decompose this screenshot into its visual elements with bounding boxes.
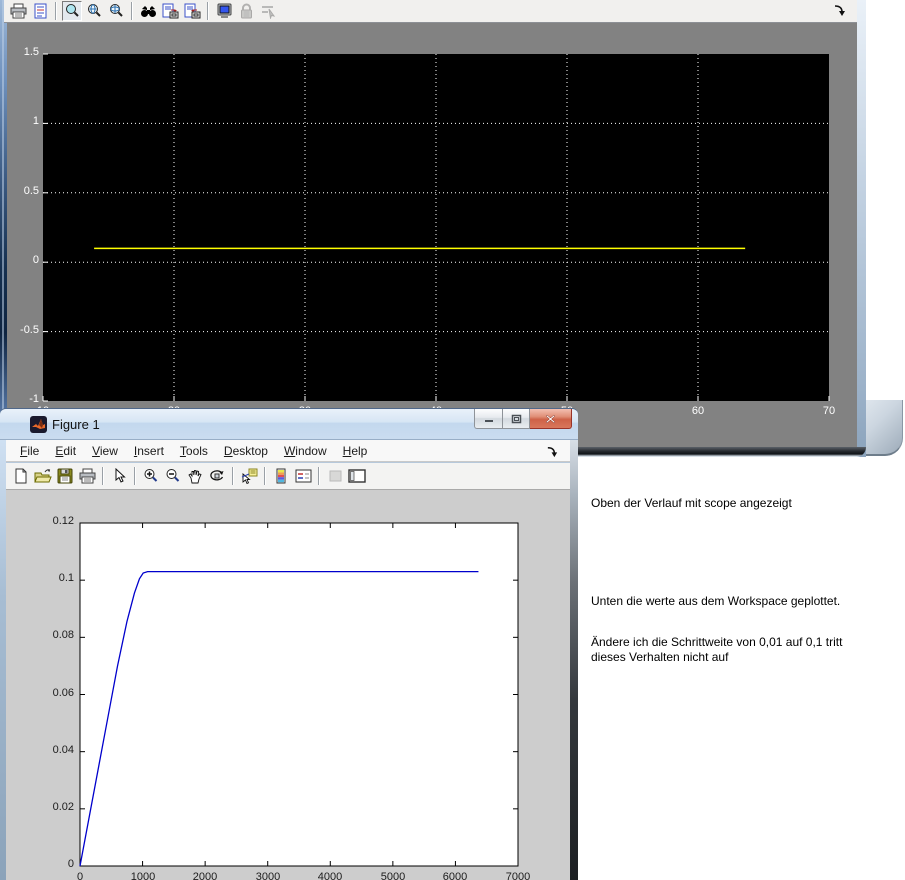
- menu-edit[interactable]: Edit: [47, 441, 84, 461]
- signal-selection-icon[interactable]: [258, 1, 278, 21]
- toolbar-separator: [318, 467, 320, 485]
- insert-legend-icon[interactable]: [293, 466, 313, 486]
- pan-hand-icon[interactable]: [185, 466, 205, 486]
- toolbar-separator: [55, 2, 57, 20]
- zoom-in-icon[interactable]: [141, 466, 161, 486]
- figure-canvas: 0.12 0.1 0.08 0.06 0.04 0.02 0 0 1000 20…: [6, 490, 570, 880]
- scope-y-tick: 1.5: [3, 46, 39, 60]
- scope-window-right-border: [857, 0, 866, 457]
- hide-plot-tools-icon[interactable]: [325, 466, 345, 486]
- toolbar-separator: [207, 2, 209, 20]
- matlab-logo-icon: [30, 416, 47, 433]
- scope-y-tick: 0.5: [3, 185, 39, 199]
- edit-plot-pointer-icon[interactable]: [109, 466, 129, 486]
- menu-file[interactable]: File: [12, 441, 47, 461]
- note-line-part: dieses Verhalten nicht auf: [591, 650, 728, 664]
- scope-plot-area: 1.5 1 0.5 0 -0.5 -1 10 20 30 40 50 60 70: [7, 23, 857, 447]
- scope-window-left-border: [2, 0, 4, 457]
- figure-x-tick: 1000: [118, 871, 168, 880]
- toolbar-separator: [232, 467, 234, 485]
- print-figure-icon[interactable]: [77, 466, 97, 486]
- menu-help[interactable]: Help: [335, 441, 376, 461]
- scope-y-tick: -0.5: [3, 324, 39, 338]
- open-file-icon[interactable]: [33, 466, 53, 486]
- restore-button[interactable]: [503, 409, 530, 429]
- autoscale-binoculars-icon[interactable]: [138, 1, 158, 21]
- menu-tools[interactable]: Tools: [172, 441, 216, 461]
- parameters-icon[interactable]: [30, 1, 50, 21]
- scope-y-tick: 1: [3, 115, 39, 129]
- toolbar-separator: [131, 2, 133, 20]
- zoom-y-icon[interactable]: [106, 1, 126, 21]
- scope-window: 1.5 1 0.5 0 -0.5 -1 10 20 30 40 50 60 70: [2, 0, 866, 457]
- scope-y-tick: 0: [3, 254, 39, 268]
- figure-x-tick: 5000: [368, 871, 418, 880]
- figure-y-tick: 0.04: [30, 744, 74, 758]
- figure-titlebar[interactable]: Figure 1: [0, 409, 578, 440]
- figure-window-right-border: [570, 440, 578, 880]
- figure-y-tick: 0.1: [30, 572, 74, 586]
- insert-colorbar-icon[interactable]: [271, 466, 291, 486]
- note-line: Ändere ich die Schrittweite von 0,01 auf…: [591, 635, 842, 665]
- minimize-button[interactable]: [474, 409, 503, 429]
- screenshot-root: 1.5 1 0.5 0 -0.5 -1 10 20 30 40 50 60 70…: [0, 0, 905, 880]
- figure-toolbar: [6, 463, 570, 490]
- close-button[interactable]: [530, 409, 572, 429]
- figure-x-tick: 2000: [180, 871, 230, 880]
- scope-x-tick: 70: [809, 405, 849, 419]
- note-line: Oben der Verlauf mit scope angezeigt: [591, 496, 792, 511]
- figure-x-tick: 0: [55, 871, 105, 880]
- save-axes-settings-icon[interactable]: [160, 1, 180, 21]
- figure-x-tick: 3000: [243, 871, 293, 880]
- save-figure-icon[interactable]: [55, 466, 75, 486]
- show-plot-tools-icon[interactable]: [347, 466, 367, 486]
- figure-x-tick: 4000: [305, 871, 355, 880]
- figure-y-tick: 0.08: [30, 629, 74, 643]
- figure-y-tick: 0.06: [30, 687, 74, 701]
- scope-toolbar: [4, 0, 857, 23]
- figure-menubar: File Edit View Insert Tools Desktop Wind…: [6, 440, 570, 462]
- toolbar-separator: [102, 467, 104, 485]
- figure-x-tick: 7000: [493, 871, 543, 880]
- figure-y-tick: 0.12: [30, 515, 74, 529]
- note-line-part: Ändere ich die Schrittweite von 0,01 auf…: [591, 635, 842, 649]
- window-caption-buttons: [474, 409, 572, 429]
- figure-dock-arrow-icon[interactable]: [546, 445, 562, 461]
- menu-window[interactable]: Window: [276, 441, 335, 461]
- lock-axes-icon[interactable]: [236, 1, 256, 21]
- zoom-out-icon[interactable]: [163, 466, 183, 486]
- figure-window: Figure 1 File Edit View Insert Tools Des…: [0, 408, 578, 880]
- menu-view[interactable]: View: [84, 441, 126, 461]
- toolbar-separator: [134, 467, 136, 485]
- menu-insert[interactable]: Insert: [126, 441, 172, 461]
- toolbar-separator: [264, 467, 266, 485]
- figure-x-tick: 6000: [430, 871, 480, 880]
- note-line: Unten die werte aus dem Workspace geplot…: [591, 594, 840, 609]
- figure-window-title: Figure 1: [52, 417, 100, 432]
- menu-desktop[interactable]: Desktop: [216, 441, 276, 461]
- data-cursor-icon[interactable]: [239, 466, 259, 486]
- floating-scope-icon[interactable]: [214, 1, 234, 21]
- figure-y-tick: 0: [30, 858, 74, 872]
- scope-x-tick: 60: [678, 405, 718, 419]
- print-icon[interactable]: [8, 1, 28, 21]
- new-figure-icon[interactable]: [11, 466, 31, 486]
- zoom-icon[interactable]: [62, 1, 82, 21]
- scope-axes: [7, 23, 857, 447]
- rotate-3d-icon[interactable]: [207, 466, 227, 486]
- zoom-x-icon[interactable]: [84, 1, 104, 21]
- restore-axes-settings-icon[interactable]: [182, 1, 202, 21]
- figure-y-tick: 0.02: [30, 801, 74, 815]
- scope-dock-arrow-icon[interactable]: [833, 3, 849, 19]
- figure-axes: [6, 490, 570, 880]
